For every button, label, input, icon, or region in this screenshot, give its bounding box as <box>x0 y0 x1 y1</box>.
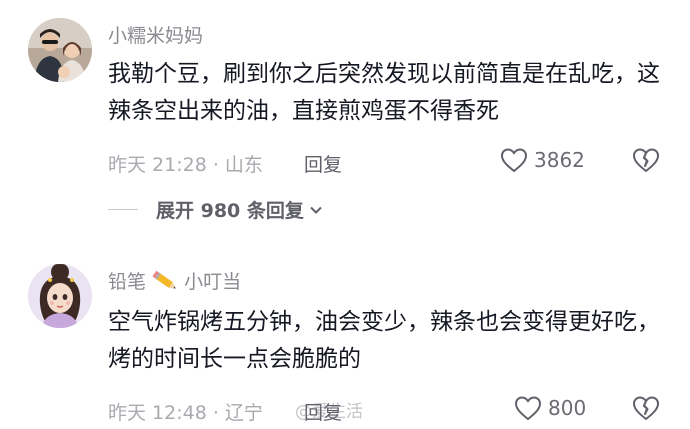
like-count: 800 <box>548 396 587 420</box>
dislike-button[interactable] <box>632 395 660 425</box>
pencil-emoji-icon <box>152 270 176 289</box>
expand-replies-label[interactable]: 展开 980 条回复 <box>156 196 304 223</box>
avatar[interactable] <box>28 18 92 82</box>
username[interactable]: 铅笔 小叮当 <box>108 267 241 294</box>
like-button[interactable]: 800 <box>514 395 586 421</box>
avatar[interactable] <box>28 264 92 328</box>
broken-heart-icon <box>633 396 659 420</box>
like-button[interactable]: 3862 <box>500 147 585 173</box>
watermark: @爱生活 <box>295 402 363 422</box>
expand-replies[interactable]: 展开 980 条回复 <box>108 196 324 223</box>
time-location: 昨天 12:48 · 辽宁 <box>108 402 263 424</box>
reply-button[interactable]: 回复 <box>304 150 342 177</box>
time-location: 昨天 21:28 · 山东 <box>108 154 263 176</box>
username-suffix: 小叮当 <box>184 271 242 293</box>
heart-outline-icon <box>500 148 528 173</box>
username-prefix: 铅笔 <box>108 271 147 293</box>
broken-heart-icon <box>633 148 659 172</box>
comment-text: 我勒个豆，刷到你之后突然发现以前简直是在乱吃，这辣条空出来的油，直接煎鸡蛋不得香… <box>108 61 660 124</box>
heart-outline-icon <box>514 396 542 421</box>
comment-text: 空气炸锅烤五分钟，油会变少，辣条也会变得更好吃，烤的时间长一点会脆脆的 <box>108 309 660 372</box>
like-count: 3862 <box>534 148 585 172</box>
dislike-button[interactable] <box>632 147 660 177</box>
divider <box>108 209 138 210</box>
comment-1: 小糯米妈妈 我勒个豆，刷到你之后突然发现以前简直是在乱吃，这辣条空出来的油，直接… <box>0 0 690 230</box>
chevron-down-icon <box>310 206 322 214</box>
username[interactable]: 小糯米妈妈 <box>108 21 203 48</box>
